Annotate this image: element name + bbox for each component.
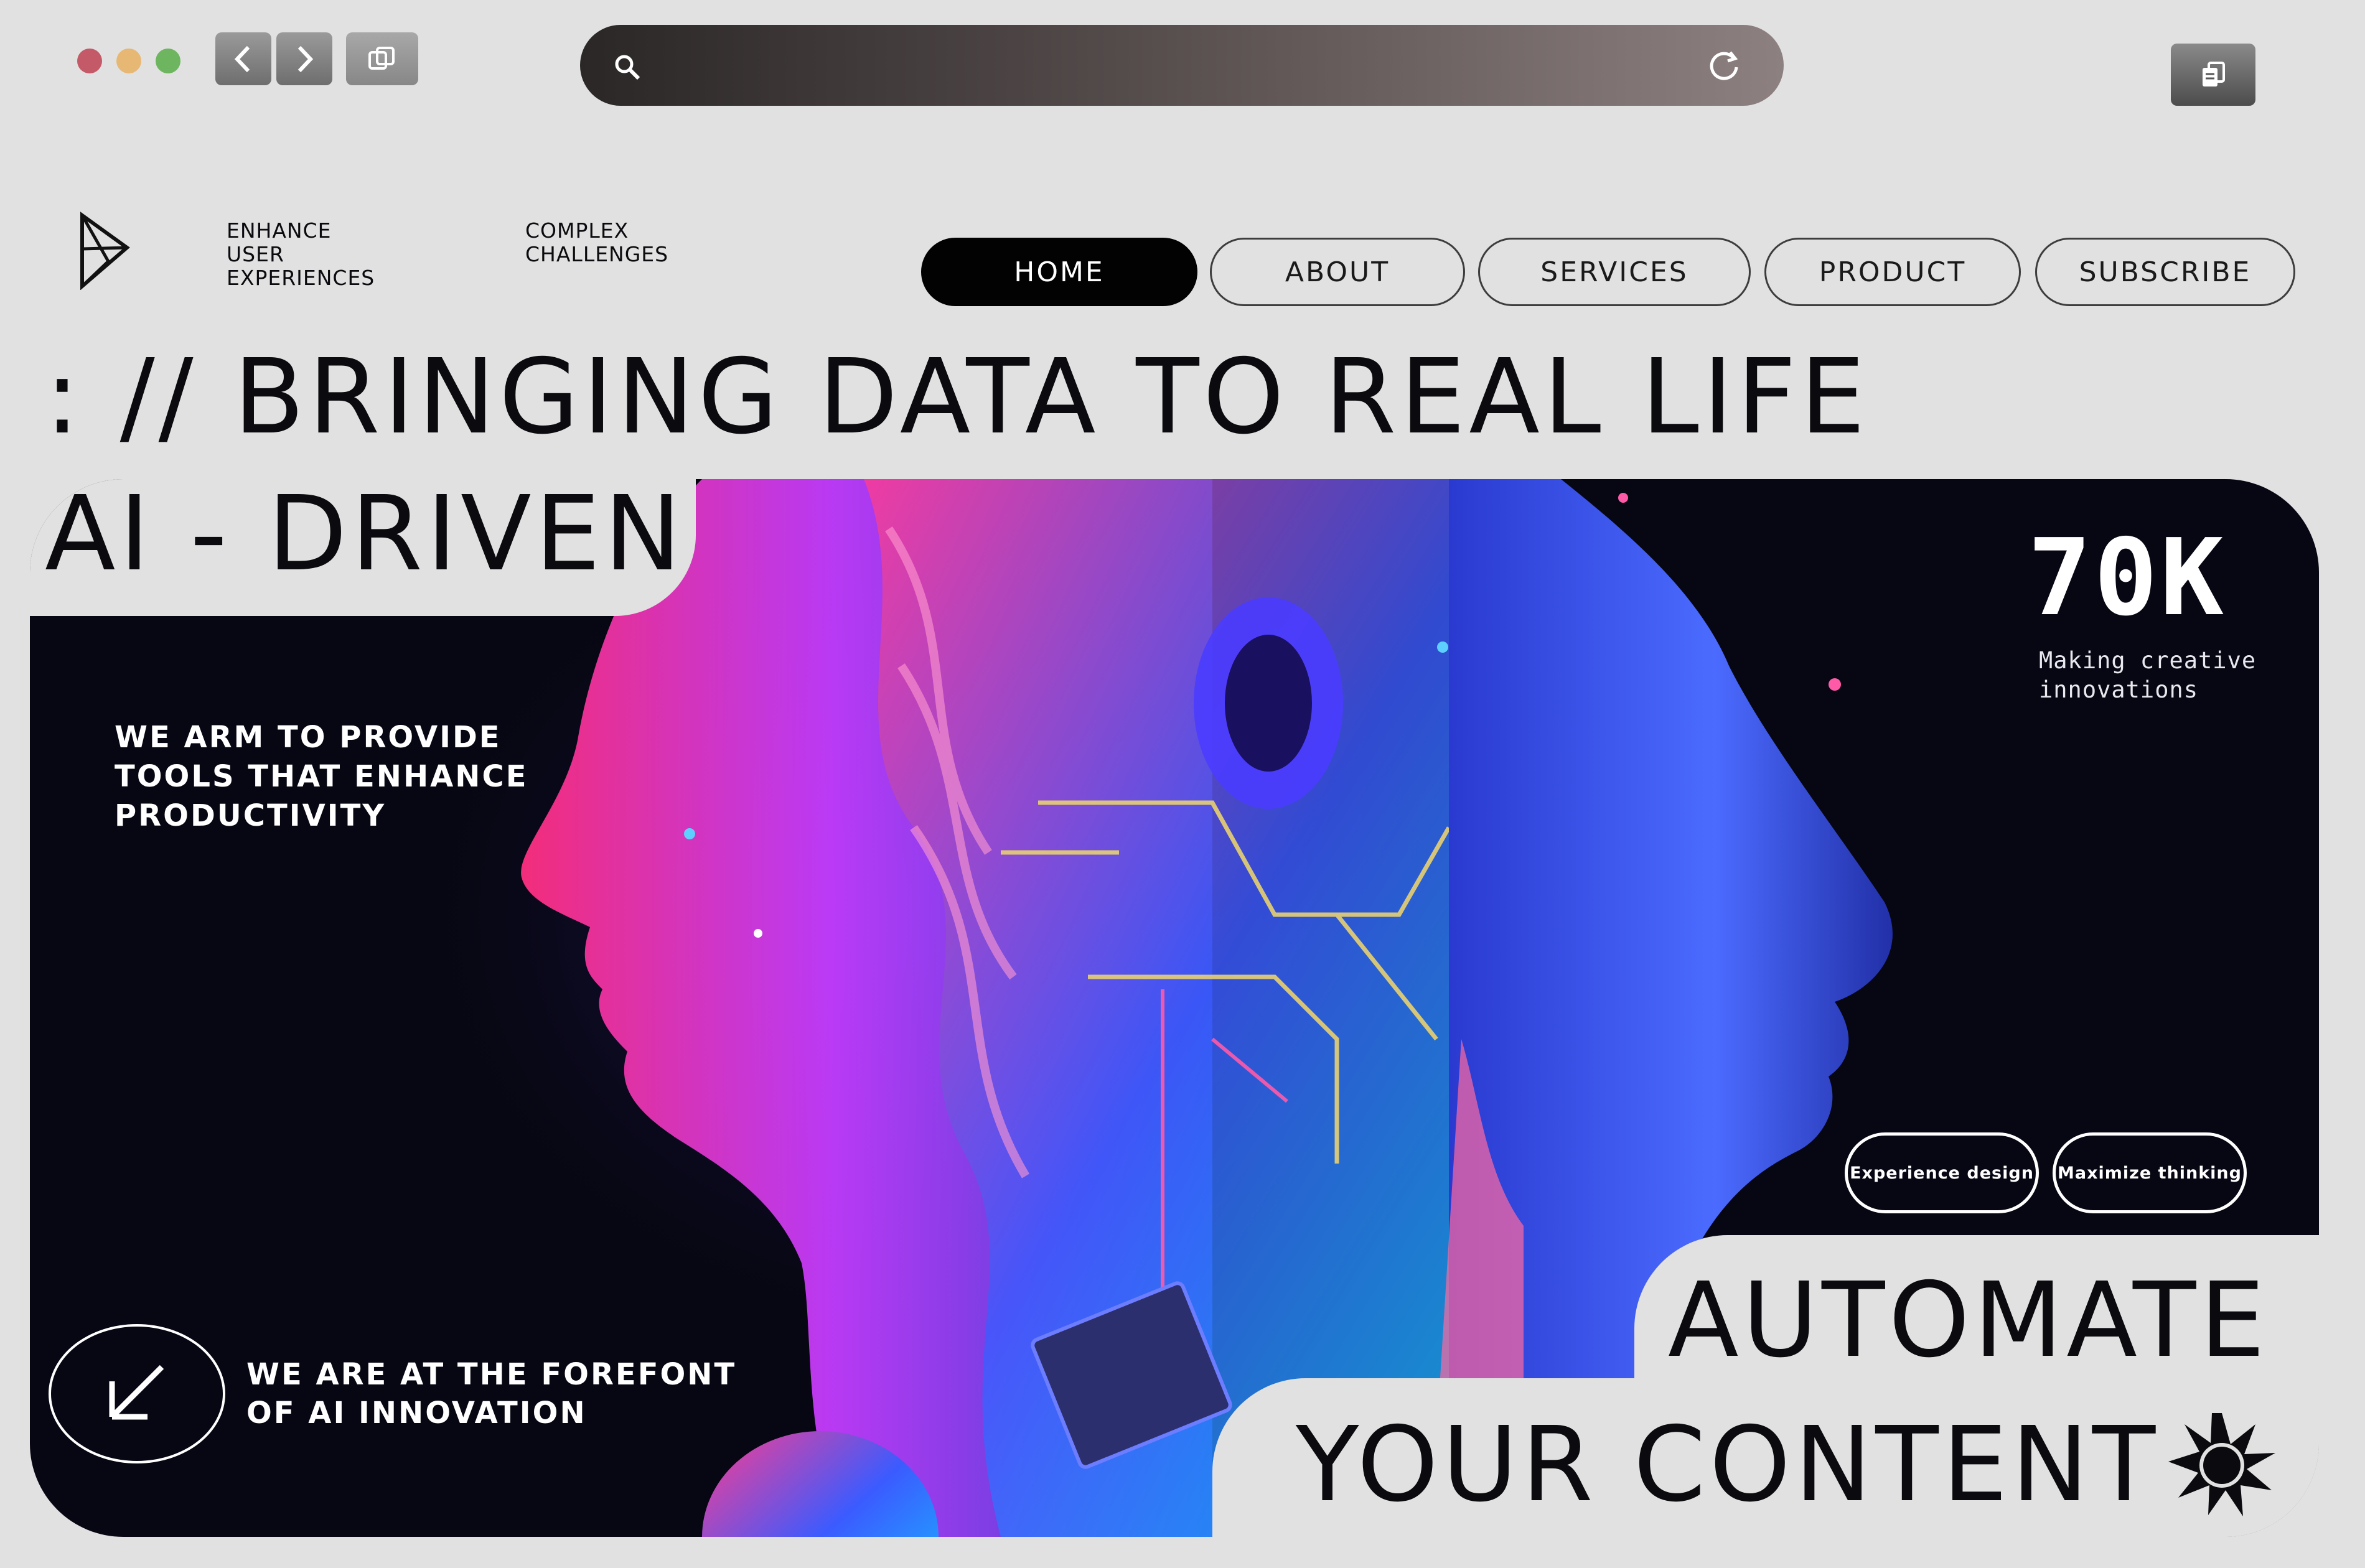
arrow-button[interactable]: [49, 1324, 225, 1463]
reload-icon[interactable]: [1705, 47, 1743, 85]
nav-product[interactable]: PRODUCT: [1764, 238, 2021, 306]
tabs-icon: [368, 46, 395, 70]
experience-design-button[interactable]: Experience design: [1845, 1132, 2039, 1213]
triangle-logo[interactable]: [78, 212, 131, 290]
tagline-complex: COMPLEX CHALLENGES: [525, 218, 669, 266]
cta-your-content: YOUR CONTENT: [1296, 1405, 2160, 1525]
stat-value: 70K: [2028, 516, 2227, 640]
address-bar[interactable]: [580, 25, 1784, 106]
nav-subscribe[interactable]: SUBSCRIBE: [2035, 238, 2295, 306]
forefront-statement: WE ARE AT THE FOREFONT OF AI INNOVATION: [246, 1357, 737, 1430]
mission-statement: WE ARM TO PROVIDE TOOLS THAT ENHANCE PRO…: [115, 720, 528, 833]
window-close-dot[interactable]: [77, 49, 102, 73]
nav-home[interactable]: HOME: [921, 238, 1197, 306]
copy-icon: [2203, 62, 2225, 86]
headline-bringing-data: : // BRINGING DATA TO REAL LIFE: [45, 337, 1869, 457]
nav-about[interactable]: ABOUT: [1210, 238, 1465, 306]
back-button[interactable]: [215, 32, 271, 85]
window-maximize-dot[interactable]: [156, 49, 180, 73]
tagline-enhance: ENHANCE USER EXPERIENCES: [227, 218, 375, 290]
cta-automate: AUTOMATE: [1668, 1261, 2269, 1381]
copy-button[interactable]: [2171, 44, 2255, 106]
maximize-thinking-button[interactable]: Maximize thinking: [2053, 1132, 2247, 1213]
stat-label: Making creative innovations: [2039, 647, 2257, 703]
tabs-button[interactable]: [346, 32, 418, 85]
nav-services[interactable]: SERVICES: [1478, 238, 1751, 306]
forward-button[interactable]: [276, 32, 332, 85]
starburst-icon: [2168, 1413, 2275, 1516]
arrow-down-left-icon: [109, 1365, 164, 1420]
window-minimize-dot[interactable]: [116, 49, 141, 73]
headline-ai-driven: AI - DRIVEN: [45, 474, 685, 594]
chevron-left-icon: [234, 45, 250, 72]
chevron-right-icon: [297, 45, 314, 72]
search-icon: [615, 55, 640, 80]
